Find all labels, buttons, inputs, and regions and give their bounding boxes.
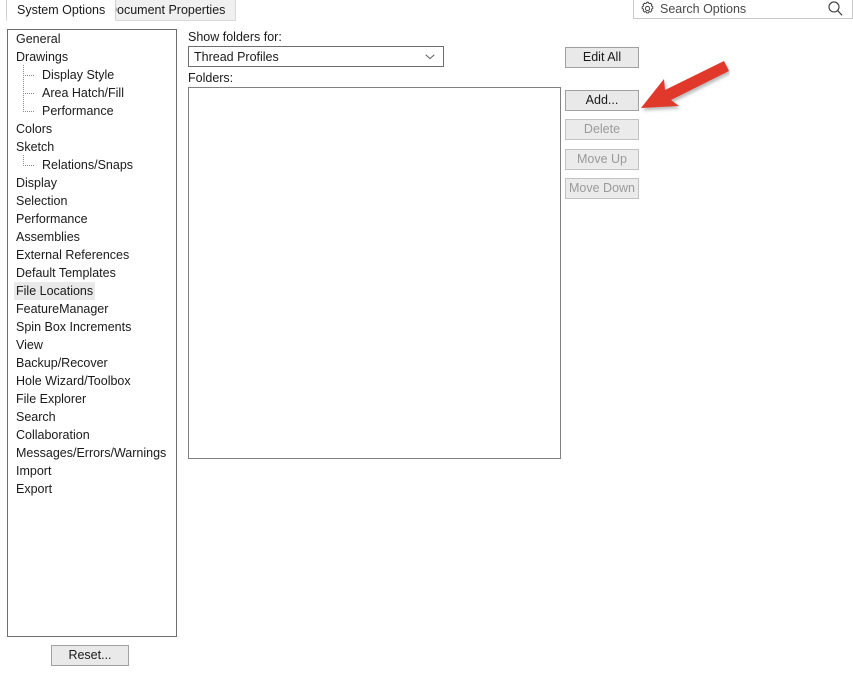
- tree-connector-horizontal-icon: [23, 75, 34, 76]
- sidebar-item-external-references[interactable]: External References: [8, 246, 176, 264]
- sidebar-item-display[interactable]: Display: [8, 174, 176, 192]
- sidebar-item-backup-recover[interactable]: Backup/Recover: [8, 354, 176, 372]
- move-up-button: Move Up: [565, 149, 639, 170]
- sidebar-item-label: Colors: [16, 122, 53, 136]
- sidebar-item-file-locations[interactable]: File Locations: [8, 282, 176, 300]
- annotation-arrow-icon: [638, 60, 730, 118]
- sidebar-item-relations-snaps[interactable]: Relations/Snaps: [8, 155, 176, 174]
- sidebar-item-label: Import: [16, 464, 52, 478]
- show-folders-for-dropdown[interactable]: Thread Profiles: [188, 46, 444, 67]
- sidebar-item-label: View: [16, 338, 43, 352]
- sidebar-item-view[interactable]: View: [8, 336, 176, 354]
- sidebar-item-search[interactable]: Search: [8, 408, 176, 426]
- sidebar-item-label: Assemblies: [16, 230, 80, 244]
- sidebar-item-area-hatch-fill[interactable]: Area Hatch/Fill: [8, 83, 176, 102]
- sidebar-item-label: FeatureManager: [16, 302, 109, 316]
- sidebar-item-label: Collaboration: [16, 428, 90, 442]
- sidebar-item-import[interactable]: Import: [8, 462, 176, 480]
- tree-connector-vertical-icon: [23, 101, 24, 111]
- tree-connector-horizontal-icon: [23, 111, 34, 112]
- options-category-list[interactable]: General Drawings Display Style Area Hatch/F…: [7, 29, 177, 637]
- sidebar-item-performance[interactable]: Performance: [8, 210, 176, 228]
- sidebar-item-featuremanager[interactable]: FeatureManager: [8, 300, 176, 318]
- sidebar-item-label: Sketch: [16, 140, 55, 154]
- search-options-box[interactable]: Search Options: [633, 0, 853, 19]
- sidebar-item-hole-wizard-toolbox[interactable]: Hole Wizard/Toolbox: [8, 372, 176, 390]
- sidebar-item-performance[interactable]: Performance: [8, 101, 176, 120]
- folders-label: Folders:: [188, 71, 234, 85]
- sidebar-item-messages-errors-warnings[interactable]: Messages/Errors/Warnings: [8, 444, 176, 462]
- sidebar-item-colors[interactable]: Colors: [8, 120, 176, 138]
- sidebar-item-general[interactable]: General: [8, 30, 176, 48]
- sidebar-item-label: Hole Wizard/Toolbox: [16, 374, 131, 388]
- sidebar-item-label: Default Templates: [16, 266, 116, 280]
- sidebar-item-default-templates[interactable]: Default Templates: [8, 264, 176, 282]
- sidebar-item-label: Search: [16, 410, 56, 424]
- sidebar-item-sketch[interactable]: Sketch: [8, 138, 176, 156]
- sidebar-item-collaboration[interactable]: Collaboration: [8, 426, 176, 444]
- sidebar-item-label: Spin Box Increments: [16, 320, 132, 334]
- sidebar-item-assemblies[interactable]: Assemblies: [8, 228, 176, 246]
- sidebar-item-label: Performance: [42, 104, 114, 118]
- sidebar-item-label: Backup/Recover: [16, 356, 108, 370]
- sidebar-item-label: File Explorer: [16, 392, 87, 406]
- delete-button: Delete: [565, 119, 639, 140]
- chevron-down-icon[interactable]: [421, 52, 439, 61]
- sidebar-item-label: Selection: [16, 194, 68, 208]
- edit-all-button[interactable]: Edit All: [565, 47, 639, 68]
- tree-connector-horizontal-icon: [23, 165, 34, 166]
- sidebar-item-label: Display: [16, 176, 57, 190]
- sidebar-item-label: Messages/Errors/Warnings: [16, 446, 167, 460]
- search-input-placeholder[interactable]: Search Options: [660, 2, 827, 16]
- sidebar-item-display-style[interactable]: Display Style: [8, 65, 176, 84]
- tab-system-options-label: System Options: [17, 3, 106, 17]
- gear-icon: [640, 1, 655, 16]
- folders-list-box[interactable]: [188, 87, 561, 459]
- tab-document-properties[interactable]: Document Properties: [97, 0, 237, 21]
- tree-connector-vertical-icon: [23, 155, 24, 165]
- sidebar-item-file-explorer[interactable]: File Explorer: [8, 390, 176, 408]
- add-button[interactable]: Add...: [565, 90, 639, 111]
- sidebar-item-spin-box-increments[interactable]: Spin Box Increments: [8, 318, 176, 336]
- sidebar-item-label: Performance: [16, 212, 88, 226]
- tab-system-options[interactable]: System Options: [6, 0, 117, 21]
- move-down-button: Move Down: [565, 178, 639, 199]
- sidebar-item-label: Area Hatch/Fill: [42, 86, 124, 100]
- sidebar-item-export[interactable]: Export: [8, 480, 176, 498]
- sidebar-item-label: Export: [16, 482, 53, 496]
- tab-document-properties-label: Document Properties: [108, 3, 226, 17]
- sidebar-item-label: Display Style: [42, 68, 115, 82]
- search-icon[interactable]: [827, 0, 844, 17]
- sidebar-item-drawings[interactable]: Drawings: [8, 48, 176, 66]
- sidebar-item-selection[interactable]: Selection: [8, 192, 176, 210]
- sidebar-item-label: Drawings: [16, 50, 69, 64]
- tree-connector-horizontal-icon: [23, 93, 34, 94]
- show-folders-for-value: Thread Profiles: [194, 49, 279, 64]
- sidebar-item-label: External References: [16, 248, 130, 262]
- sidebar-item-label: General: [16, 32, 61, 46]
- show-folders-for-label: Show folders for:: [188, 30, 282, 44]
- reset-button[interactable]: Reset...: [51, 645, 129, 666]
- sidebar-item-label: File Locations: [14, 282, 96, 300]
- sidebar-item-label: Relations/Snaps: [42, 158, 134, 172]
